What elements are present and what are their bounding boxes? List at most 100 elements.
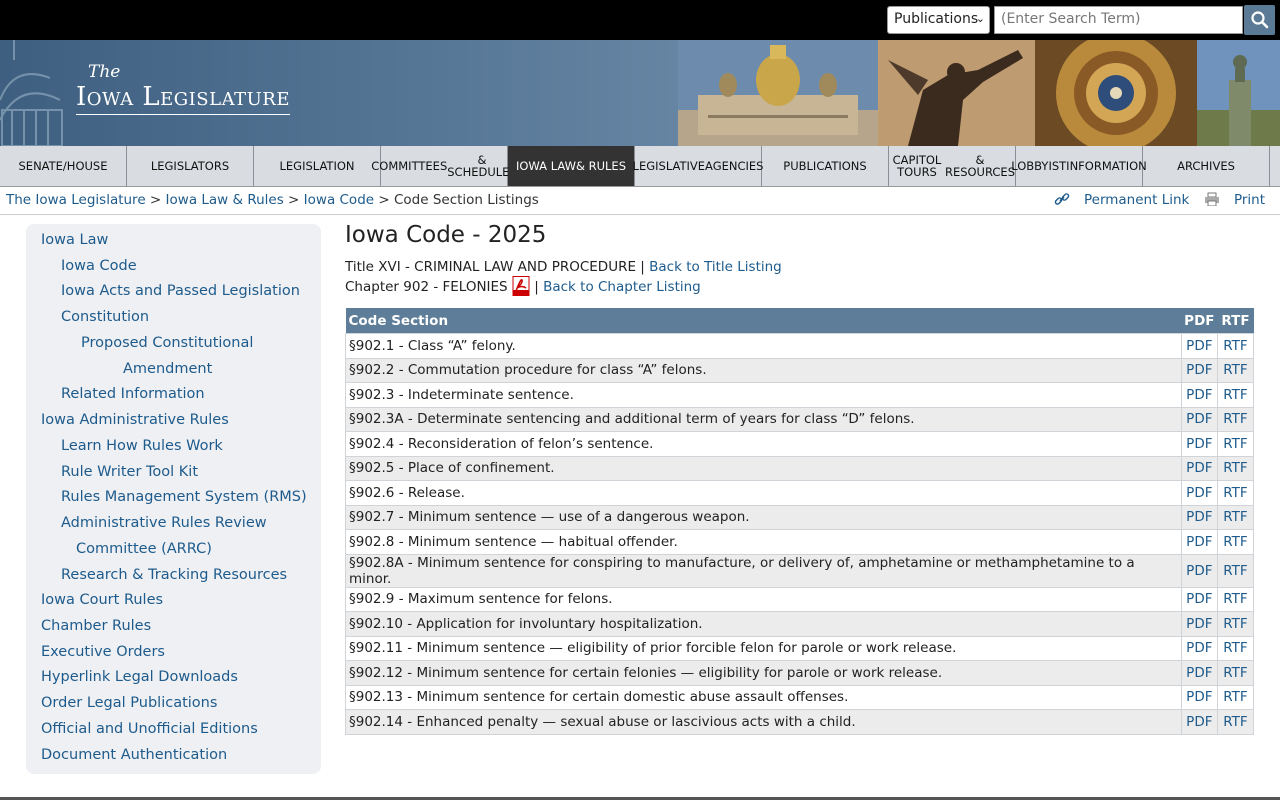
pdf-cell: PDF <box>1180 333 1219 359</box>
sidebar-item[interactable]: Iowa Code <box>61 258 137 274</box>
site-banner: The Iowa Legislature <box>0 40 1280 146</box>
nav-item-1[interactable]: Legislators <box>127 146 254 186</box>
sidebar-item[interactable]: Document Authentication <box>41 747 227 763</box>
table-row: §902.3A - Determinate sentencing and add… <box>345 406 1254 432</box>
rtf-link[interactable]: RTF <box>1223 387 1247 403</box>
pdf-link[interactable]: PDF <box>1186 591 1212 607</box>
back-to-chapter-link[interactable]: Back to Chapter Listing <box>543 279 701 295</box>
rtf-link[interactable]: RTF <box>1223 411 1247 427</box>
pdf-link[interactable]: PDF <box>1186 665 1212 681</box>
table-row: §902.8 - Minimum sentence — habitual off… <box>345 529 1254 555</box>
rtf-link[interactable]: RTF <box>1223 460 1247 476</box>
nav-item-7[interactable]: Capitol Tours & Resources <box>889 146 1016 186</box>
nav-item-6[interactable]: Publications <box>762 146 889 186</box>
pdf-link[interactable]: PDF <box>1186 640 1212 656</box>
sidebar-item[interactable]: Iowa Acts and Passed Legislation <box>61 283 300 299</box>
pdf-icon[interactable] <box>512 276 530 296</box>
rtf-link[interactable]: RTF <box>1223 485 1247 501</box>
pdf-link[interactable]: PDF <box>1186 714 1212 730</box>
chapter-separator: | <box>534 279 539 295</box>
sidebar-item[interactable]: Rule Writer Tool Kit <box>61 464 198 480</box>
sidebar-item[interactable]: Iowa Law <box>41 232 108 248</box>
rtf-link[interactable]: RTF <box>1223 436 1247 452</box>
table-row: §902.14 - Enhanced penalty — sexual abus… <box>345 709 1254 735</box>
rtf-link[interactable]: RTF <box>1223 591 1247 607</box>
rtf-link[interactable]: RTF <box>1223 714 1247 730</box>
sidebar-item[interactable]: Committee (ARRC) <box>76 541 212 557</box>
pdf-cell: PDF <box>1180 504 1219 530</box>
back-to-title-link[interactable]: Back to Title Listing <box>649 259 782 275</box>
sidebar-item[interactable]: Iowa Administrative Rules <box>41 412 229 428</box>
nav-item-label: Publications <box>783 159 867 173</box>
sidebar-item[interactable]: Related Information <box>61 386 205 402</box>
rtf-link[interactable]: RTF <box>1223 362 1247 378</box>
pdf-link[interactable]: PDF <box>1186 436 1212 452</box>
pdf-link[interactable]: PDF <box>1186 485 1212 501</box>
sidebar-item[interactable]: Learn How Rules Work <box>61 438 223 454</box>
search-category-select[interactable]: Publications ⌄ <box>887 6 990 34</box>
nav-item-5[interactable]: Legislative Agencies <box>633 146 764 186</box>
sidebar-item[interactable]: Executive Orders <box>41 644 165 660</box>
sidebar-item[interactable]: Hyperlink Legal Downloads <box>41 669 238 685</box>
rtf-link[interactable]: RTF <box>1223 534 1247 550</box>
table-row: §902.12 - Minimum sentence for certain f… <box>345 660 1254 686</box>
capitol-building-photo <box>678 40 878 146</box>
permanent-link-label: Permanent Link <box>1083 192 1190 208</box>
sidebar-item[interactable]: Order Legal Publications <box>41 695 217 711</box>
search-button[interactable] <box>1244 5 1275 35</box>
code-section-cell: §902.3 - Indeterminate sentence. <box>345 382 1182 408</box>
breadcrumb-iowa-code[interactable]: Iowa Code <box>304 192 374 208</box>
sidebar-item[interactable]: Chamber Rules <box>41 618 151 634</box>
site-logo[interactable]: Iowa Legislature <box>76 82 290 115</box>
rtf-link[interactable]: RTF <box>1223 665 1247 681</box>
sidebar-item[interactable]: Administrative Rules Review <box>61 515 267 531</box>
nav-item-3[interactable]: Committees & Schedules <box>371 146 517 186</box>
code-section-cell: §902.1 - Class “A” felony. <box>345 333 1182 359</box>
nav-item-9[interactable]: Archives <box>1143 146 1270 186</box>
pdf-link[interactable]: PDF <box>1186 563 1212 579</box>
pdf-link[interactable]: PDF <box>1186 616 1212 632</box>
rtf-link[interactable]: RTF <box>1223 640 1247 656</box>
dome-ceiling-photo <box>1035 40 1197 146</box>
pdf-link[interactable]: PDF <box>1186 509 1212 525</box>
sidebar-item[interactable]: Rules Management System (RMS) <box>61 489 307 505</box>
sidebar-item[interactable]: Constitution <box>61 309 149 325</box>
sidebar-item[interactable]: Proposed Constitutional <box>81 335 253 351</box>
nav-item-4[interactable]: Iowa Law & Rules <box>508 146 635 186</box>
nav-item-2[interactable]: Legislation <box>254 146 381 186</box>
nav-item-label: Agencies <box>705 159 764 173</box>
sidebar-item[interactable]: Amendment <box>123 361 212 377</box>
code-section-cell: §902.10 - Application for involuntary ho… <box>345 611 1182 637</box>
pdf-link[interactable]: PDF <box>1186 362 1212 378</box>
pdf-link[interactable]: PDF <box>1186 689 1212 705</box>
sidebar-item[interactable]: Research & Tracking Resources <box>61 567 287 583</box>
sidebar-item[interactable]: Official and Unofficial Editions <box>41 721 258 737</box>
nav-item-8[interactable]: Lobbyist Information <box>1011 146 1147 186</box>
rtf-link[interactable]: RTF <box>1223 616 1247 632</box>
breadcrumb-law-rules[interactable]: Iowa Law & Rules <box>166 192 284 208</box>
pdf-link[interactable]: PDF <box>1186 460 1212 476</box>
rtf-link[interactable]: RTF <box>1223 338 1247 354</box>
pdf-link[interactable]: PDF <box>1186 534 1212 550</box>
pdf-link[interactable]: PDF <box>1186 387 1212 403</box>
pdf-cell: PDF <box>1180 357 1219 383</box>
breadcrumb-home[interactable]: The Iowa Legislature <box>6 192 146 208</box>
print-link[interactable]: Print <box>1204 192 1265 208</box>
pdf-link[interactable]: PDF <box>1186 411 1212 427</box>
rtf-link[interactable]: RTF <box>1223 509 1247 525</box>
rtf-cell: RTF <box>1217 635 1254 661</box>
title-line: Title XVI - CRIMINAL LAW AND PROCEDURE | <box>345 259 645 275</box>
nav-item-0[interactable]: Senate/House <box>0 146 127 186</box>
pdf-cell: PDF <box>1180 586 1219 612</box>
permanent-link[interactable]: Permanent Link <box>1054 192 1194 208</box>
rtf-link[interactable]: RTF <box>1223 563 1247 579</box>
search-input[interactable]: (Enter Search Term) <box>994 6 1243 34</box>
breadcrumb-current: Code Section Listings <box>393 192 539 208</box>
pdf-link[interactable]: PDF <box>1186 338 1212 354</box>
pdf-cell: PDF <box>1180 529 1219 555</box>
nav-item-label: Capitol Tours <box>892 153 942 179</box>
rtf-link[interactable]: RTF <box>1223 689 1247 705</box>
rtf-cell: RTF <box>1217 504 1254 530</box>
code-section-cell: §902.6 - Release. <box>345 480 1182 506</box>
sidebar-item[interactable]: Iowa Court Rules <box>41 592 163 608</box>
